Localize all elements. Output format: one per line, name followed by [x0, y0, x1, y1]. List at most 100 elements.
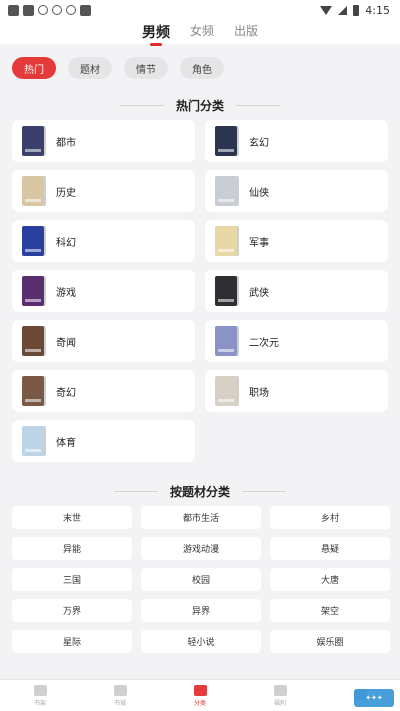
book-cover-image — [22, 426, 44, 456]
wifi-icon — [320, 5, 333, 15]
hot-category-card[interactable]: 玄幻 — [205, 120, 388, 162]
watermark-logo: ✦✦✦ — [354, 689, 394, 707]
gender-tabs: 男频 女频 出版 — [0, 20, 400, 44]
hot-category-card[interactable]: 都市 — [12, 120, 195, 162]
theme-category-button[interactable]: 乡村 — [270, 506, 390, 529]
filter-chip[interactable]: 角色 — [180, 57, 224, 79]
divider — [119, 104, 164, 106]
filter-chip[interactable]: 题材 — [68, 57, 112, 79]
book-cover-image — [22, 176, 44, 206]
app-notification-icon — [66, 5, 76, 15]
divider — [236, 104, 280, 106]
status-bar: 4:15 — [0, 0, 400, 20]
notification-icons — [8, 4, 91, 16]
theme-category-button[interactable]: 万界 — [12, 599, 132, 622]
hot-category-card[interactable]: 武侠 — [205, 270, 388, 312]
theme-category-button[interactable]: 大唐 — [270, 568, 390, 591]
filter-chip[interactable]: 情节 — [124, 57, 168, 79]
app-notification-icon — [23, 4, 34, 16]
book-cover-image — [22, 226, 44, 256]
bookstore-icon — [113, 684, 127, 696]
hot-category-card[interactable]: 科幻 — [12, 220, 195, 262]
system-icons: 4:15 — [320, 4, 390, 17]
theme-category-button[interactable]: 娱乐圈 — [270, 630, 390, 653]
app-notification-icon — [8, 4, 19, 16]
category-label: 武侠 — [249, 287, 269, 299]
nav-label: 福利 — [273, 699, 286, 707]
battery-icon — [353, 4, 360, 16]
category-label: 科幻 — [56, 237, 76, 249]
book-cover-image — [215, 126, 237, 156]
book-cover-image — [215, 176, 237, 206]
book-cover-image — [215, 226, 237, 256]
divider — [113, 490, 158, 492]
theme-category-grid: 末世 都市生活 乡村异能 游戏动漫 悬疑三国 校园 大唐万界 异界 架空星际 轻小说 娱乐圈 — [0, 506, 400, 653]
theme-category-button[interactable]: 都市生活 — [141, 506, 261, 529]
hot-category-card[interactable]: 历史 — [12, 170, 195, 212]
nav-label: 书城 — [113, 699, 126, 707]
bookshelf-icon — [33, 684, 47, 696]
nav-item[interactable]: 分类 — [160, 680, 240, 711]
theme-category-button[interactable]: 游戏动漫 — [141, 537, 261, 560]
theme-category-button[interactable]: 异能 — [12, 537, 132, 560]
section-title: 热门分类 — [175, 98, 224, 113]
book-cover-image — [215, 376, 237, 406]
hot-category-card[interactable]: 军事 — [205, 220, 388, 262]
book-cover-image — [215, 276, 237, 306]
hot-category-card[interactable]: 奇闻 — [12, 320, 195, 362]
theme-category-button[interactable]: 三国 — [12, 568, 132, 591]
category-label: 都市 — [56, 137, 76, 149]
hot-category-grid: 都市 玄幻历史 仙侠科幻 军事游戏 武侠奇闻 二次元奇幻 职场体育 — [0, 120, 400, 462]
book-cover-image — [22, 276, 44, 306]
category-label: 奇闻 — [56, 337, 76, 349]
book-cover-image — [22, 126, 44, 156]
theme-category-button[interactable]: 异界 — [141, 599, 261, 622]
book-cover-image — [215, 326, 237, 356]
hot-category-card[interactable]: 职场 — [205, 370, 388, 412]
divider — [242, 490, 286, 492]
hot-category-card[interactable]: 游戏 — [12, 270, 195, 312]
filter-chip[interactable]: 热门 — [12, 57, 56, 79]
category-label: 体育 — [56, 437, 76, 449]
category-label: 职场 — [249, 387, 269, 399]
gift-icon — [273, 684, 287, 696]
theme-category-button[interactable]: 架空 — [270, 599, 390, 622]
hot-category-card[interactable]: 体育 — [12, 420, 195, 462]
image-notification-icon — [80, 4, 91, 16]
category-label: 历史 — [56, 187, 76, 199]
clock: 4:15 — [365, 3, 390, 17]
hot-category-card[interactable]: 奇幻 — [12, 370, 195, 412]
app-notification-icon — [38, 5, 48, 15]
hot-category-card[interactable]: 二次元 — [205, 320, 388, 362]
tab-1[interactable]: 女频 — [190, 20, 214, 39]
nav-label: 书架 — [33, 699, 46, 707]
category-label: 游戏 — [56, 287, 76, 299]
theme-category-button[interactable]: 末世 — [12, 506, 132, 529]
category-label: 二次元 — [249, 337, 279, 349]
book-cover-image — [22, 376, 44, 406]
category-label: 军事 — [249, 237, 269, 249]
filter-chips: 热门 题材 情节 角色 — [0, 44, 400, 90]
section-title: 按题材分类 — [169, 484, 230, 499]
nav-item[interactable]: 书架 — [0, 680, 80, 711]
category-icon — [193, 684, 207, 696]
app-notification-icon — [52, 5, 62, 15]
tab-2[interactable]: 出版 — [234, 20, 258, 39]
hot-section-header: 热门分类 — [0, 90, 400, 120]
theme-section-header: 按题材分类 — [0, 476, 400, 506]
category-label: 奇幻 — [56, 387, 76, 399]
signal-icon — [338, 5, 348, 15]
theme-category-button[interactable]: 悬疑 — [270, 537, 390, 560]
bottom-navigation: 书架 书城 分类 福利 — [0, 679, 400, 711]
category-label: 玄幻 — [249, 137, 269, 149]
book-cover-image — [22, 326, 44, 356]
theme-category-button[interactable]: 轻小说 — [141, 630, 261, 653]
nav-item[interactable]: 书城 — [80, 680, 160, 711]
nav-label: 分类 — [193, 699, 206, 707]
category-label: 仙侠 — [249, 187, 269, 199]
hot-category-card[interactable]: 仙侠 — [205, 170, 388, 212]
tab-0[interactable]: 男频 — [142, 20, 170, 42]
theme-category-button[interactable]: 星际 — [12, 630, 132, 653]
theme-category-button[interactable]: 校园 — [141, 568, 261, 591]
nav-item[interactable]: 福利 — [240, 680, 320, 711]
